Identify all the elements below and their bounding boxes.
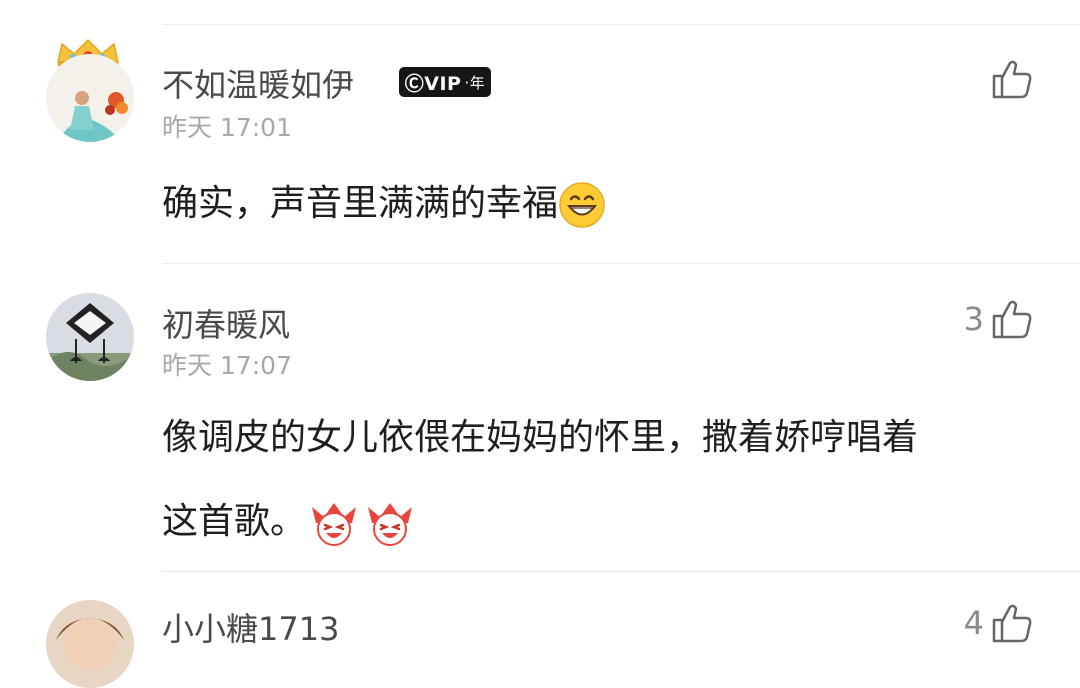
divider <box>162 263 1080 264</box>
username[interactable]: 初春暖风 <box>162 300 290 346</box>
jester-face-emoji <box>312 503 357 546</box>
like-button[interactable] <box>990 56 1034 102</box>
thumbs-up-icon <box>992 604 1032 643</box>
like-count: 3 <box>963 300 984 338</box>
like-button[interactable]: 4 <box>964 600 1034 646</box>
vip-badge-label: ⒸVIP <box>404 72 462 95</box>
thumbs-up-icon <box>992 60 1032 99</box>
vip-badge-suffix: ·年 <box>464 73 486 92</box>
avatar[interactable] <box>46 54 134 142</box>
thumbs-up-icon <box>992 300 1032 339</box>
username[interactable]: 小小糖1713 <box>162 604 339 650</box>
like-button[interactable]: 3 <box>964 296 1034 342</box>
comment-text-line: 像调皮的女儿依偎在妈妈的怀里，撒着娇哼唱着 <box>162 417 919 458</box>
comment-text-line: 确实，声音里满满的幸福 <box>162 183 559 224</box>
comment-text-line: 这首歌。 <box>162 480 1020 564</box>
divider-top <box>162 24 1080 25</box>
avatar[interactable] <box>46 293 134 381</box>
comment-text: 确实，声音里满满的幸福 <box>162 162 1020 246</box>
grinning-face-emoji <box>559 182 605 228</box>
timestamp: 昨天 17:01 <box>162 113 292 142</box>
username[interactable]: 不如温暖如伊 <box>162 60 354 106</box>
vip-badge[interactable]: ⒸVIP ·年 <box>399 67 491 97</box>
avatar[interactable] <box>46 600 134 688</box>
jester-face-emoji <box>368 503 413 546</box>
comment-text-line-2: 这首歌。 <box>162 501 307 542</box>
comment-text: 像调皮的女儿依偎在妈妈的怀里，撒着娇哼唱着 这首歌。 <box>162 396 1020 564</box>
timestamp: 昨天 17:07 <box>162 351 292 380</box>
divider <box>162 571 1080 572</box>
like-count: 4 <box>963 604 984 642</box>
